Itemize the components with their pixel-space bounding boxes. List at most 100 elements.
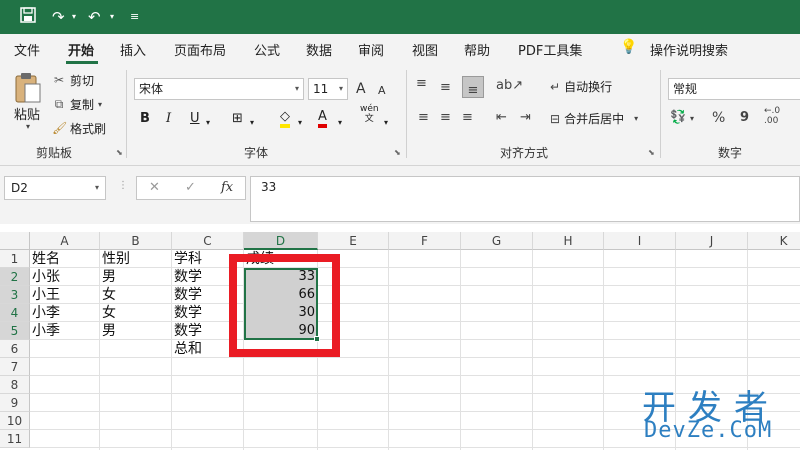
- redo-icon[interactable]: ↷: [52, 7, 65, 27]
- cell-b1[interactable]: 性别: [100, 250, 172, 268]
- chevron-down-icon[interactable]: ▾: [690, 114, 694, 123]
- cell-b5[interactable]: 男: [100, 322, 172, 340]
- tab-review[interactable]: 审阅: [358, 40, 384, 59]
- row-header[interactable]: 9: [0, 394, 30, 412]
- tab-help[interactable]: 帮助: [464, 40, 490, 59]
- cut-button[interactable]: ✂ 剪切: [52, 70, 94, 90]
- font-size-select[interactable]: 11 ▾: [308, 78, 348, 100]
- row-header[interactable]: 5: [0, 322, 30, 340]
- enter-icon[interactable]: ✓: [185, 180, 196, 195]
- paste-button[interactable]: 粘贴: [14, 104, 40, 123]
- chevron-down-icon[interactable]: ▾: [250, 114, 254, 132]
- column-header[interactable]: H: [533, 232, 604, 250]
- column-header[interactable]: G: [461, 232, 533, 250]
- italic-button[interactable]: I: [166, 110, 171, 128]
- row-header[interactable]: 8: [0, 376, 30, 394]
- orientation-icon[interactable]: ab↗: [496, 78, 523, 93]
- chevron-down-icon: ▾: [98, 99, 103, 109]
- format-painter-button[interactable]: 🖌 格式刷: [52, 118, 106, 138]
- tab-pdf-tools[interactable]: PDF工具集: [518, 40, 582, 59]
- chevron-down-icon[interactable]: ▾: [338, 114, 342, 132]
- shrink-font-icon[interactable]: A: [378, 82, 386, 100]
- decrease-indent-icon[interactable]: ⇤: [496, 110, 507, 125]
- column-header[interactable]: C: [172, 232, 244, 250]
- cell-b2[interactable]: 男: [100, 268, 172, 286]
- row-header[interactable]: 11: [0, 430, 30, 448]
- wrap-text-button[interactable]: ↵ 自动换行: [550, 78, 612, 95]
- copy-button[interactable]: ⧉ 复制 ▾: [52, 94, 102, 114]
- customize-icon[interactable]: ≡: [130, 7, 139, 27]
- font-name-select[interactable]: 宋体 ▾: [134, 78, 304, 100]
- tab-formulas[interactable]: 公式: [254, 40, 280, 59]
- percent-button[interactable]: %: [712, 110, 725, 126]
- dialog-launcher-icon[interactable]: ⬊: [116, 148, 123, 157]
- row-header[interactable]: 2: [0, 268, 30, 286]
- cell-a5[interactable]: 小季: [30, 322, 100, 340]
- fill-color-icon[interactable]: ◇: [280, 110, 290, 128]
- tab-file[interactable]: 文件: [14, 40, 40, 59]
- tab-insert[interactable]: 插入: [120, 40, 146, 59]
- accounting-icon[interactable]: 💱: [670, 110, 686, 125]
- select-all-corner[interactable]: [0, 232, 30, 250]
- bold-button[interactable]: B: [140, 110, 150, 128]
- align-left-icon[interactable]: ≡: [418, 110, 429, 125]
- cell-a1[interactable]: 姓名: [30, 250, 100, 268]
- paste-icon[interactable]: [14, 72, 42, 104]
- phonetic-icon[interactable]: wén 文: [360, 104, 379, 124]
- column-header[interactable]: F: [389, 232, 461, 250]
- row-header[interactable]: 7: [0, 358, 30, 376]
- row-header[interactable]: 6: [0, 340, 30, 358]
- cell-a4[interactable]: 小李: [30, 304, 100, 322]
- align-top-icon[interactable]: ≡: [416, 76, 427, 91]
- merge-center-button[interactable]: ⊟ 合并后居中 ▾: [550, 110, 638, 127]
- insert-function-icon[interactable]: fx: [221, 180, 233, 195]
- grow-font-icon[interactable]: A: [356, 80, 366, 98]
- formula-input[interactable]: 33: [250, 176, 800, 222]
- chevron-down-icon[interactable]: ▾: [26, 122, 30, 131]
- row-header[interactable]: 4: [0, 304, 30, 322]
- dialog-launcher-icon[interactable]: ⬊: [394, 148, 401, 157]
- column-header[interactable]: J: [676, 232, 748, 250]
- tab-page-layout[interactable]: 页面布局: [174, 40, 226, 59]
- row-header[interactable]: 10: [0, 412, 30, 430]
- column-header[interactable]: I: [604, 232, 676, 250]
- undo-icon[interactable]: ↶: [88, 7, 101, 27]
- chevron-down-icon[interactable]: ▾: [72, 12, 76, 21]
- save-icon[interactable]: [20, 7, 36, 28]
- name-box[interactable]: D2 ▾: [4, 176, 106, 200]
- cell-b4[interactable]: 女: [100, 304, 172, 322]
- chevron-down-icon[interactable]: ▾: [298, 114, 302, 132]
- align-bottom-icon[interactable]: ≡: [462, 76, 484, 98]
- column-header[interactable]: A: [30, 232, 100, 250]
- align-right-icon[interactable]: ≡: [462, 110, 473, 125]
- chevron-down-icon[interactable]: ▾: [110, 12, 114, 21]
- underline-button[interactable]: U: [190, 110, 200, 128]
- tab-view[interactable]: 视图: [412, 40, 438, 59]
- comma-button[interactable]: 9: [740, 110, 749, 125]
- column-header[interactable]: K: [748, 232, 800, 250]
- tab-home[interactable]: 开始: [68, 40, 94, 59]
- align-middle-icon[interactable]: ≡: [440, 80, 451, 95]
- cell-a2[interactable]: 小张: [30, 268, 100, 286]
- column-header[interactable]: D: [244, 232, 318, 250]
- column-header[interactable]: B: [100, 232, 172, 250]
- cell-a3[interactable]: 小王: [30, 286, 100, 304]
- column-header[interactable]: E: [318, 232, 389, 250]
- increase-decimal-button[interactable]: ←.0 .00: [764, 106, 794, 126]
- more-dots-icon: ⋮: [118, 180, 128, 191]
- tab-data[interactable]: 数据: [306, 40, 332, 59]
- chevron-down-icon[interactable]: ▾: [206, 114, 210, 132]
- cancel-icon[interactable]: ✕: [149, 180, 160, 195]
- font-color-icon[interactable]: A: [318, 110, 327, 128]
- row-header[interactable]: 1: [0, 250, 30, 268]
- dialog-launcher-icon[interactable]: ⬊: [648, 148, 655, 157]
- border-icon[interactable]: ⊞: [232, 110, 243, 128]
- number-format-select[interactable]: 常规: [668, 78, 800, 100]
- align-center-icon[interactable]: ≡: [440, 110, 451, 125]
- row-header[interactable]: 3: [0, 286, 30, 304]
- increase-indent-icon[interactable]: ⇥: [520, 110, 531, 125]
- chevron-down-icon[interactable]: ▾: [384, 114, 388, 132]
- cell-b3[interactable]: 女: [100, 286, 172, 304]
- tell-me-search[interactable]: 操作说明搜索: [650, 40, 728, 59]
- merge-icon: ⊟: [550, 111, 561, 126]
